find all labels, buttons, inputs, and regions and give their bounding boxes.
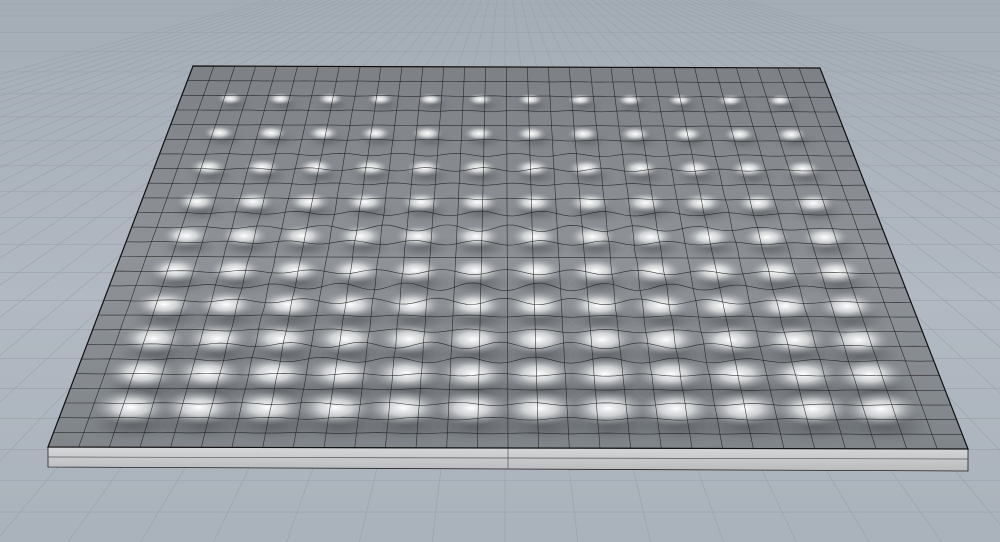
bump-highlight [617,93,643,106]
bump-highlight [634,324,698,355]
bump-highlight [569,291,628,320]
rhino-perspective-viewport[interactable] [0,0,1000,542]
bump-highlight [671,126,703,142]
bump-highlight [185,323,249,354]
bump-highlight [383,291,442,319]
bump-highlight [756,291,815,320]
bump-highlight [203,125,235,141]
bump-highlight [619,126,651,142]
bump-highlight [197,290,256,319]
bump-highlight [93,389,168,425]
bump-highlight [366,390,441,426]
bump-highlight [768,357,838,391]
bump-highlight [512,192,555,213]
bump-highlight [631,291,690,320]
bump-highlight [297,158,335,177]
bump-highlight [567,126,599,142]
bump-highlight [684,225,733,249]
bump-highlight [173,356,243,390]
bump-highlight [239,356,309,390]
bump-highlight [313,323,378,355]
bump-highlight [344,191,387,212]
3d-scene [0,0,1000,542]
bump-highlight [268,257,322,283]
bump-highlight [456,192,499,213]
bump-highlight [730,159,767,178]
bump-highlight [698,324,762,356]
bump-highlight [569,258,622,284]
bump-highlight [134,290,193,319]
bump-highlight [217,92,244,105]
bump-highlight [717,93,743,107]
bump-highlight [567,93,593,106]
bump-highlight [515,126,547,142]
bump-highlight [693,291,752,320]
bump-highlight [208,257,262,283]
bump-highlight [517,93,543,106]
bump-highlight [792,193,835,214]
bump-highlight [762,324,826,356]
bump-highlight [809,259,863,285]
bump-highlight [507,291,566,320]
bump-highlight [388,257,442,284]
bump-highlight [449,258,502,284]
bump-highlight [148,257,202,283]
bump-highlight [736,192,779,213]
bump-highlight [328,257,382,284]
bump-highlight [639,390,714,427]
bump-highlight [723,126,755,142]
bump-highlight [505,324,570,355]
bump-highlight [232,191,275,212]
bump-highlight [367,92,394,106]
bump-highlight [121,323,185,354]
bump-highlight [818,292,877,320]
bump-highlight [243,158,281,177]
bump-highlight [624,192,667,213]
bump-highlight [667,93,693,107]
bump-highlight [775,127,807,142]
bump-highlight [835,358,904,392]
bump-highlight [176,191,219,212]
bump-highlight [502,390,577,426]
bump-highlight [189,158,227,176]
bump-highlight [784,160,821,178]
bump-highlight [220,224,268,248]
bump-highlight [568,192,611,213]
bump-highlight [417,92,444,106]
bump-highlight [317,92,344,106]
bump-highlight [359,125,391,141]
bump-highlight [743,225,791,249]
bump-highlight [570,324,634,355]
bump-highlight [680,192,723,213]
bump-highlight [775,390,850,427]
bump-highlight [321,290,380,319]
bump-highlight [570,390,646,426]
slab[interactable] [47,65,969,472]
bump-highlight [622,159,659,178]
bump-highlight [288,191,331,212]
bump-highlight [434,390,509,426]
bump-highlight [259,290,318,319]
bump-highlight [400,191,443,213]
bump-highlight [707,390,782,427]
bump-highlight [826,325,891,356]
bump-highlight [377,324,442,355]
bump-highlight [843,391,918,427]
bump-highlight [307,125,339,141]
bump-highlight [463,126,495,142]
bump-highlight [467,93,494,106]
bump-highlight [161,389,237,426]
